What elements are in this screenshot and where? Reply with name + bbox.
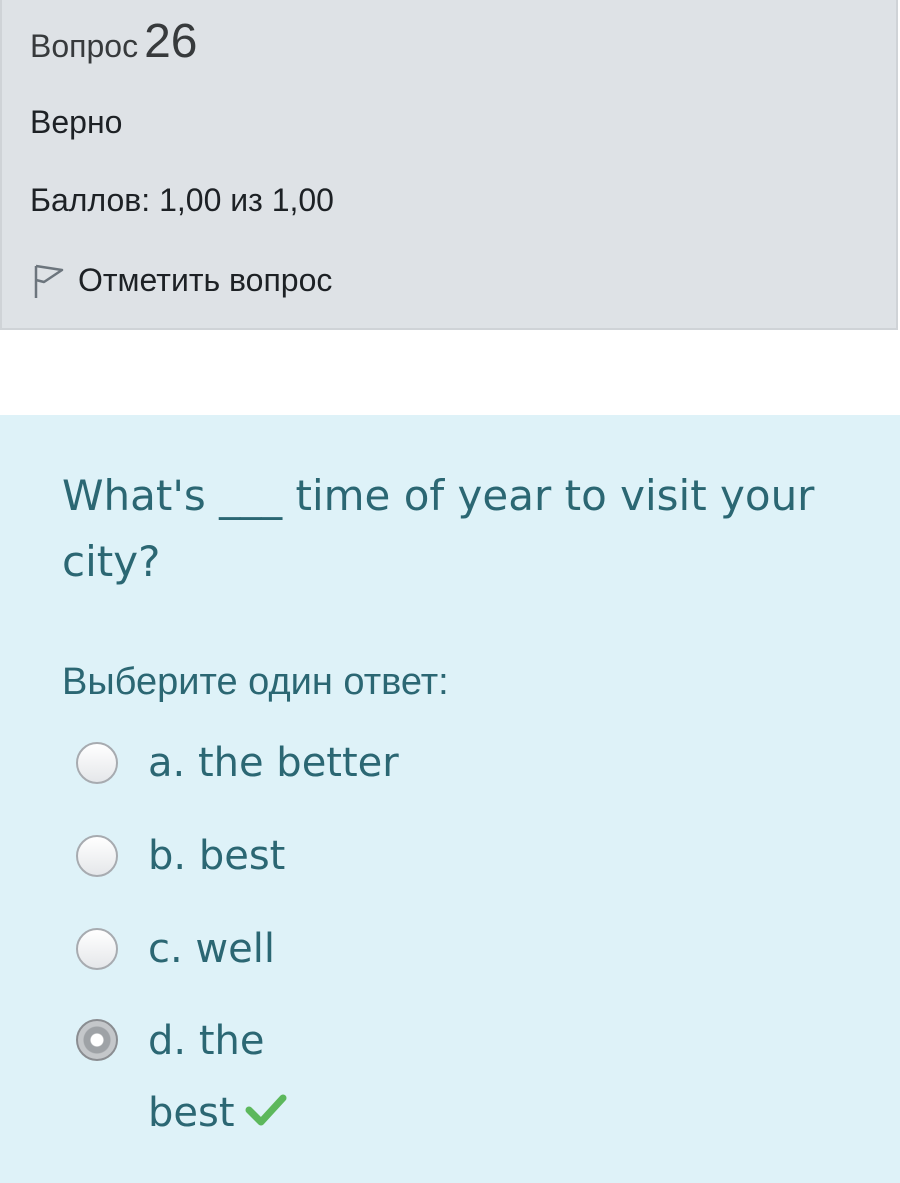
radio-a[interactable] [76, 742, 118, 784]
flag-icon [30, 260, 66, 300]
radio-b[interactable] [76, 835, 118, 877]
answer-option-a[interactable]: a. the better [76, 740, 399, 786]
answer-label-c: c. well [148, 926, 275, 972]
answer-option-c[interactable]: c. well [76, 926, 275, 972]
question-number-value: 26 [144, 15, 198, 68]
question-number: Вопрос 26 [30, 14, 197, 69]
answer-prompt: Выберите один ответ: [62, 661, 449, 703]
flag-question-link[interactable]: Отметить вопрос [30, 260, 332, 300]
question-content-panel: What's ___ time of year to visit your ci… [0, 415, 900, 1183]
question-number-label: Вопрос [30, 28, 139, 64]
answer-option-b[interactable]: b. best [76, 833, 285, 879]
checkmark-icon [245, 1079, 287, 1151]
answer-option-d[interactable] [76, 1019, 118, 1061]
question-state: Верно [30, 104, 123, 140]
answer-label-a: a. the better [148, 740, 399, 786]
answer-option-d-text: d. the best [148, 1005, 308, 1151]
radio-d[interactable] [76, 1019, 118, 1061]
answer-label-b: b. best [148, 833, 286, 879]
question-info-panel: Вопрос 26 Верно Баллов: 1,00 из 1,00 Отме… [0, 0, 898, 330]
radio-c[interactable] [76, 928, 118, 970]
question-text: What's ___ time of year to visit your ci… [62, 471, 815, 586]
flag-question-label: Отметить вопрос [78, 261, 333, 298]
question-grade: Баллов: 1,00 из 1,00 [30, 182, 334, 218]
